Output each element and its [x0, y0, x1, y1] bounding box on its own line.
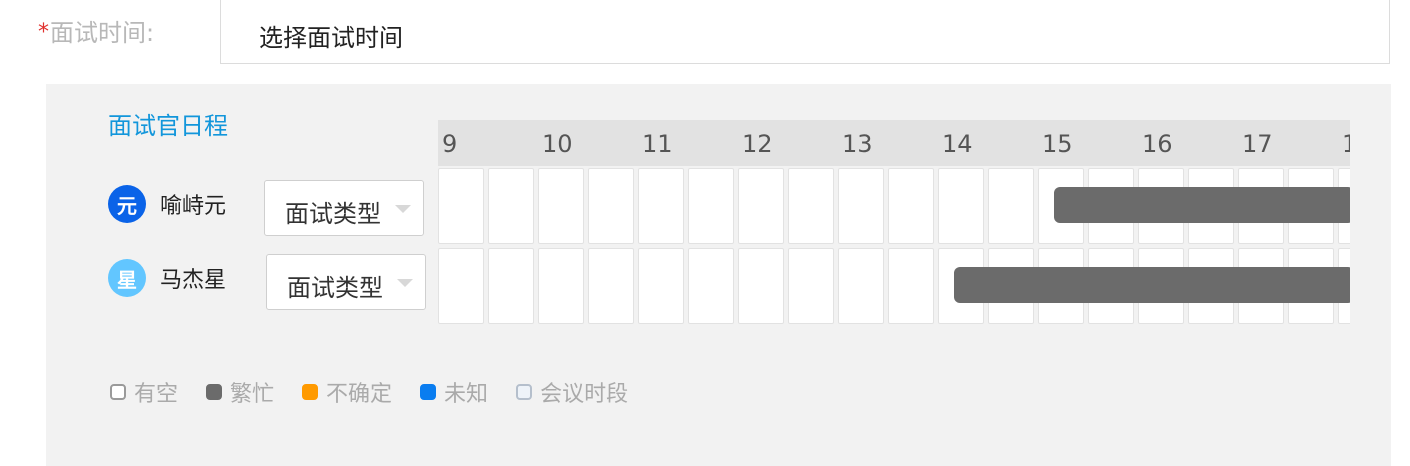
legend-label: 有空 — [134, 382, 179, 407]
chevron-down-icon — [397, 279, 413, 287]
schedule-row — [438, 168, 1350, 246]
time-slot-cell[interactable] — [588, 168, 634, 244]
required-mark: * — [38, 20, 49, 45]
legend-swatch — [516, 384, 533, 400]
legend-label: 不确定 — [326, 382, 393, 407]
time-slot-cell[interactable] — [638, 168, 684, 244]
chevron-down-icon — [395, 205, 411, 213]
hour-label: 11 — [642, 130, 673, 158]
time-slot-cell[interactable] — [638, 248, 684, 324]
time-slot-cell[interactable] — [538, 248, 584, 324]
status-legend: 有空 繁忙 不确定 未知 会议时段 — [110, 376, 656, 408]
legend-label: 会议时段 — [540, 382, 629, 407]
legend-swatch — [110, 384, 126, 400]
time-slot-cell[interactable] — [988, 168, 1034, 244]
panel-title: 面试官日程 — [108, 112, 228, 140]
interviewer-name: 喻峙元 — [160, 194, 227, 219]
hour-label: 10 — [542, 130, 573, 158]
busy-block — [954, 267, 1350, 303]
time-slot-cell[interactable] — [788, 248, 834, 324]
avatar: 星 — [108, 259, 146, 297]
time-slot-cell[interactable] — [938, 168, 984, 244]
time-slot-cell[interactable] — [738, 168, 784, 244]
time-slot-cell[interactable] — [688, 168, 734, 244]
hour-label: 13 — [842, 130, 873, 158]
legend-swatch — [420, 384, 437, 400]
legend-swatch — [206, 384, 223, 400]
time-slot-cell[interactable] — [888, 168, 934, 244]
time-slot-cell[interactable] — [838, 168, 884, 244]
schedule-row — [438, 248, 1350, 326]
interview-time-label-text: 面试时间: — [50, 19, 155, 47]
legend-label: 繁忙 — [230, 382, 275, 407]
time-slot-cell[interactable] — [738, 248, 784, 324]
hour-label: 15 — [1042, 130, 1073, 158]
hour-label: 9 — [442, 130, 458, 158]
interview-time-label: *面试时间: — [38, 18, 154, 48]
hour-label: 17 — [1242, 130, 1273, 158]
time-slot-cell[interactable] — [438, 248, 484, 324]
hour-label: 1 — [1342, 130, 1350, 158]
time-slot-cell[interactable] — [788, 168, 834, 244]
legend-item: 不确定 — [302, 376, 392, 408]
interviewer-schedule-panel: 面试官日程 元 喻峙元 面试类型 星 马杰星 面试类型 9 10 11 12 13 14 1… — [46, 84, 1391, 466]
legend-swatch — [302, 384, 319, 400]
hour-header: 9 10 11 12 13 14 15 16 17 1 — [438, 120, 1350, 166]
schedule-timeline: 9 10 11 12 13 14 15 16 17 1 — [438, 120, 1350, 330]
interviewer-name: 马杰星 — [160, 268, 227, 293]
interview-type-select-label: 面试类型 — [285, 200, 381, 228]
interview-type-select-label: 面试类型 — [287, 274, 383, 302]
legend-item: 未知 — [420, 376, 488, 408]
busy-block — [1054, 187, 1350, 223]
time-slot-cell[interactable] — [488, 248, 534, 324]
hour-label: 16 — [1142, 130, 1173, 158]
interview-time-input-value: 选择面试时间 — [259, 24, 403, 52]
time-slot-cell[interactable] — [588, 248, 634, 324]
legend-label: 未知 — [444, 382, 489, 407]
time-slot-cell[interactable] — [688, 248, 734, 324]
interviewer-row-0: 元 喻峙元 — [108, 184, 226, 224]
time-slot-cell[interactable] — [888, 248, 934, 324]
interview-type-select[interactable]: 面试类型 — [266, 254, 426, 310]
time-slot-cell[interactable] — [488, 168, 534, 244]
hour-label: 14 — [942, 130, 973, 158]
time-slot-cell[interactable] — [438, 168, 484, 244]
hour-label: 12 — [742, 130, 773, 158]
time-slot-cell[interactable] — [838, 248, 884, 324]
interview-type-select[interactable]: 面试类型 — [264, 180, 424, 236]
avatar: 元 — [108, 185, 146, 223]
interviewer-row-1: 星 马杰星 — [108, 258, 226, 298]
legend-item: 会议时段 — [516, 376, 628, 408]
interview-time-input[interactable]: 选择面试时间 — [220, 0, 1390, 64]
time-slot-cell[interactable] — [538, 168, 584, 244]
legend-item: 繁忙 — [206, 376, 274, 408]
legend-item: 有空 — [110, 376, 178, 408]
